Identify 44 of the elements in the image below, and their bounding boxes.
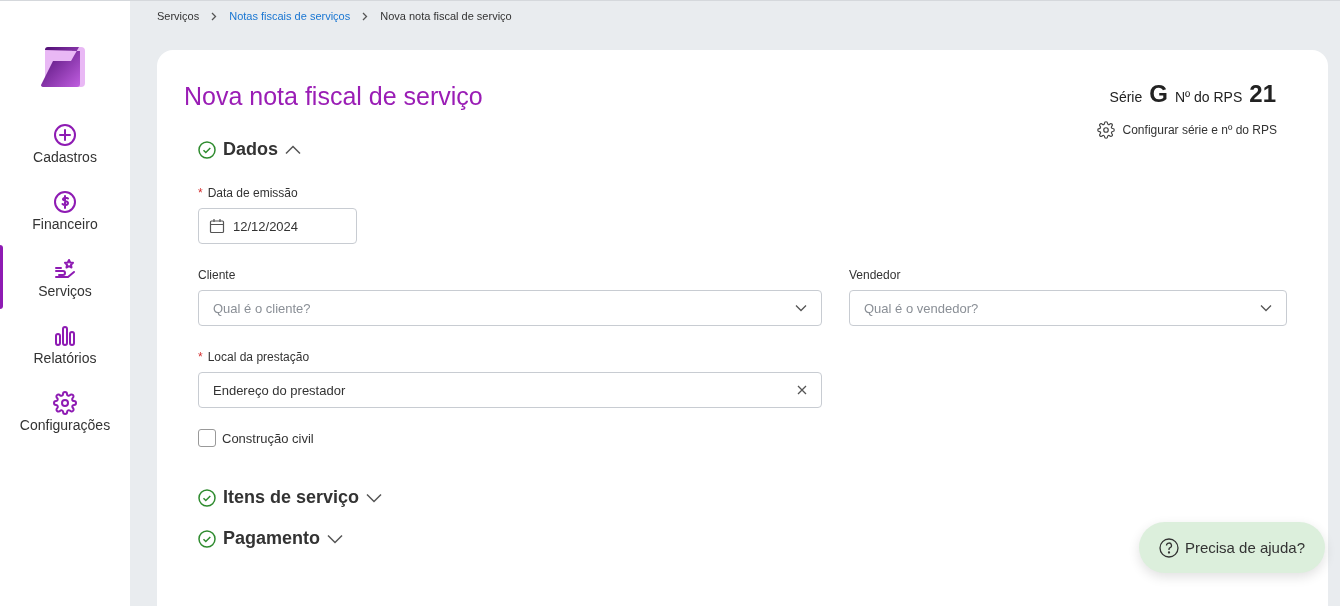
required-mark: * bbox=[198, 186, 203, 200]
sidebar-item[interactable]: Configurações bbox=[0, 391, 130, 458]
chevron-down-icon bbox=[795, 304, 807, 312]
settings-icon bbox=[1096, 121, 1115, 139]
field-label: Local da prestação bbox=[207, 350, 310, 364]
sidebar-item[interactable]: Financeiro bbox=[0, 190, 130, 257]
calendar-icon bbox=[209, 218, 225, 234]
chevron-down-icon bbox=[1260, 304, 1272, 312]
field-label: Vendedor bbox=[849, 268, 901, 282]
checkbox[interactable] bbox=[198, 429, 216, 447]
chevron-right-icon bbox=[211, 11, 218, 21]
rps-number: 21 bbox=[1249, 80, 1276, 108]
hand-star-icon bbox=[53, 257, 77, 281]
section-title: Pagamento bbox=[223, 528, 321, 549]
location-select[interactable]: Endereço do prestador bbox=[198, 372, 822, 408]
chevron-down-icon[interactable] bbox=[366, 492, 383, 503]
field-label: Cliente bbox=[198, 268, 236, 282]
page-title: Nova nota fiscal de serviço bbox=[184, 82, 483, 112]
sidebar-item[interactable]: Relatórios bbox=[0, 324, 130, 391]
close-icon[interactable] bbox=[797, 385, 807, 395]
field-label: Data de emissão bbox=[207, 186, 298, 200]
section-title: Dados bbox=[223, 139, 278, 160]
help-button[interactable]: Precisa de ajuda? bbox=[1138, 522, 1325, 573]
chevron-up-icon[interactable] bbox=[285, 144, 301, 155]
plus-circle-icon bbox=[53, 123, 77, 147]
section-title: Itens de serviço bbox=[223, 487, 360, 508]
chevron-right-icon bbox=[362, 11, 369, 21]
logo-icon bbox=[41, 47, 85, 87]
breadcrumb-link[interactable]: Notas fiscais de serviços bbox=[229, 10, 351, 22]
breadcrumb-item: Nova nota fiscal de serviço bbox=[380, 10, 512, 22]
serie-value: G bbox=[1149, 80, 1168, 108]
date-field[interactable]: 12/12/2024 bbox=[198, 208, 357, 244]
dollar-circle-icon bbox=[53, 190, 77, 214]
configure-link[interactable]: Configurar série e nº do RPS bbox=[1096, 121, 1277, 139]
question-circle-icon bbox=[1158, 537, 1179, 558]
rps-label: Nº do RPS bbox=[1174, 89, 1243, 105]
serie-label: Série bbox=[1109, 89, 1143, 105]
checkbox-label: Construção civil bbox=[222, 430, 314, 446]
gear-icon bbox=[53, 391, 77, 415]
chevron-down-icon[interactable] bbox=[327, 533, 344, 544]
sidebar-item[interactable]: Cadastros bbox=[0, 123, 130, 190]
breadcrumb-item: Serviços bbox=[157, 10, 200, 22]
bar-chart-icon bbox=[53, 324, 77, 348]
required-mark: * bbox=[198, 350, 203, 364]
